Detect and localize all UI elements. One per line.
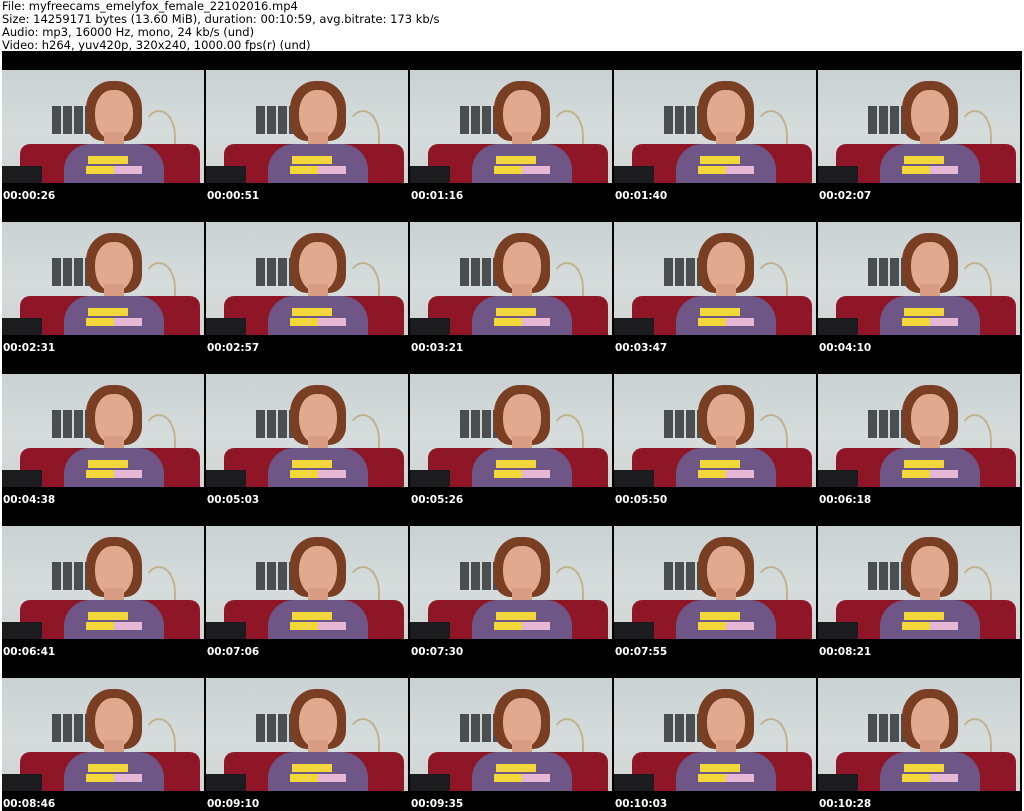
thumbnail-timestamp: 00:10:03 [615, 798, 668, 810]
thumbnail-timestamp: 00:08:21 [819, 646, 872, 658]
thumbnail-cell: 00:04:10 [818, 203, 1022, 355]
thumbnail-cell: 00:00:51 [206, 51, 410, 203]
thumbnail-cell: 00:02:57 [206, 203, 410, 355]
thumbnail-timestamp: 00:04:10 [819, 342, 872, 354]
thumbnail-timestamp: 00:08:46 [3, 798, 56, 810]
audio-info-line: Audio: mp3, 16000 Hz, mono, 24 kb/s (und… [2, 26, 255, 39]
thumbnail-timestamp: 00:05:26 [411, 494, 464, 506]
thumbnail-timestamp: 00:06:41 [3, 646, 56, 658]
thumbnail-cell: 00:03:21 [410, 203, 614, 355]
thumbnail-timestamp: 00:04:38 [3, 494, 56, 506]
thumbnail-timestamp: 00:05:50 [615, 494, 668, 506]
thumbnail-cell: 00:07:55 [614, 507, 818, 659]
thumbnail-cell: 00:00:26 [2, 51, 206, 203]
thumbnail-cell: 00:10:28 [818, 659, 1022, 811]
thumbnail-cell: 00:02:31 [2, 203, 206, 355]
thumbnail-cell: 00:02:07 [818, 51, 1022, 203]
video-frame-thumbnail [614, 526, 816, 639]
video-frame-thumbnail [410, 374, 612, 487]
thumbnail-timestamp: 00:03:21 [411, 342, 464, 354]
video-frame-thumbnail [2, 70, 204, 183]
thumbnail-cell: 00:10:03 [614, 659, 818, 811]
thumbnail-cell: 00:07:06 [206, 507, 410, 659]
thumbnail-cell: 00:05:03 [206, 355, 410, 507]
thumbnail-cell: 00:08:21 [818, 507, 1022, 659]
thumbnail-cell: 00:04:38 [2, 355, 206, 507]
thumbnail-cell: 00:06:18 [818, 355, 1022, 507]
video-frame-thumbnail [206, 526, 408, 639]
thumbnail-timestamp: 00:02:57 [207, 342, 260, 354]
thumbnail-timestamp: 00:10:28 [819, 798, 872, 810]
thumbnail-timestamp: 00:05:03 [207, 494, 260, 506]
thumbnail-cell: 00:09:10 [206, 659, 410, 811]
video-frame-thumbnail [818, 374, 1020, 487]
thumbnail-timestamp: 00:02:07 [819, 190, 872, 202]
thumbnail-grid: 00:00:26 00:00:51 00:01:16 00:01:40 00:02:07… [2, 51, 1022, 811]
video-frame-thumbnail [818, 70, 1020, 183]
video-frame-thumbnail [206, 678, 408, 791]
thumbnail-timestamp: 00:03:47 [615, 342, 668, 354]
thumbnail-timestamp: 00:07:06 [207, 646, 260, 658]
thumbnail-timestamp: 00:07:55 [615, 646, 668, 658]
video-frame-thumbnail [614, 678, 816, 791]
thumbnail-cell: 00:03:47 [614, 203, 818, 355]
thumbnail-cell: 00:05:26 [410, 355, 614, 507]
thumbnail-timestamp: 00:01:40 [615, 190, 668, 202]
video-frame-thumbnail [206, 70, 408, 183]
thumbnail-timestamp: 00:02:31 [3, 342, 56, 354]
thumbnail-cell: 00:01:40 [614, 51, 818, 203]
thumbnail-timestamp: 00:00:51 [207, 190, 260, 202]
video-frame-thumbnail [818, 526, 1020, 639]
file-name-line: File: myfreecams_emelyfox_female_2210201… [2, 0, 298, 13]
video-frame-thumbnail [206, 374, 408, 487]
file-size-line: Size: 14259171 bytes (13.60 MiB), durati… [2, 13, 440, 26]
thumbnail-cell: 00:09:35 [410, 659, 614, 811]
video-frame-thumbnail [818, 678, 1020, 791]
thumbnail-cell: 00:08:46 [2, 659, 206, 811]
video-frame-thumbnail [410, 526, 612, 639]
video-frame-thumbnail [206, 222, 408, 335]
video-frame-thumbnail [614, 222, 816, 335]
thumbnail-cell: 00:01:16 [410, 51, 614, 203]
video-frame-thumbnail [2, 678, 204, 791]
thumbnail-timestamp: 00:09:10 [207, 798, 260, 810]
thumbnail-timestamp: 00:00:26 [3, 190, 56, 202]
thumbnail-timestamp: 00:09:35 [411, 798, 464, 810]
video-frame-thumbnail [410, 678, 612, 791]
thumbnail-cell: 00:05:50 [614, 355, 818, 507]
thumbnail-cell: 00:07:30 [410, 507, 614, 659]
file-info-header: File: myfreecams_emelyfox_female_2210201… [2, 0, 1020, 52]
thumbnail-timestamp: 00:06:18 [819, 494, 872, 506]
video-frame-thumbnail [614, 374, 816, 487]
video-frame-thumbnail [818, 222, 1020, 335]
video-frame-thumbnail [614, 70, 816, 183]
video-frame-thumbnail [2, 222, 204, 335]
video-frame-thumbnail [410, 222, 612, 335]
thumbnail-cell: 00:06:41 [2, 507, 206, 659]
thumbnail-timestamp: 00:01:16 [411, 190, 464, 202]
thumbnail-timestamp: 00:07:30 [411, 646, 464, 658]
video-frame-thumbnail [2, 374, 204, 487]
video-frame-thumbnail [410, 70, 612, 183]
video-frame-thumbnail [2, 526, 204, 639]
